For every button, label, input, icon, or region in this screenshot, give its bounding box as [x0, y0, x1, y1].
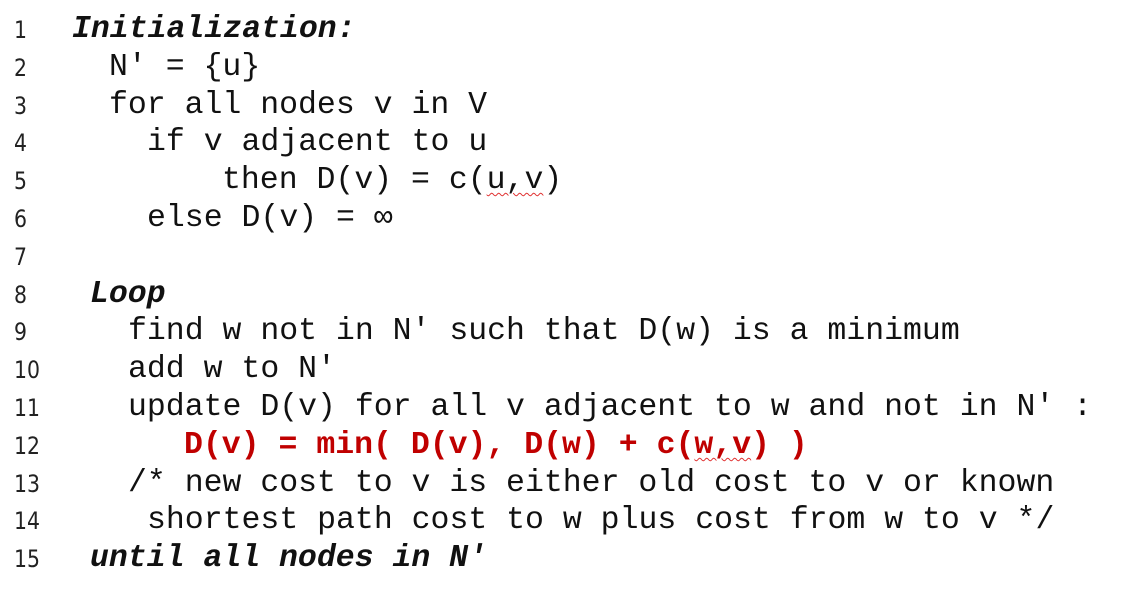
line-number: 15	[14, 545, 40, 573]
line-number: 2	[14, 54, 27, 82]
line-number: 7	[14, 243, 27, 271]
code-line-5: 5 then D(v) = c(u,v)	[0, 162, 562, 200]
line-number: 10	[14, 356, 40, 384]
highlighted-update-formula: D(v) = min( D(v), D(w) + c(w,v) )	[184, 427, 808, 465]
pseudocode-document: 1 Initialization: 2 N' = {u} 3 for all n…	[0, 0, 1137, 597]
code-text: for all nodes v in V	[109, 88, 488, 123]
spellcheck-squiggle-text: w,v	[694, 428, 752, 463]
code-segment: )	[543, 163, 563, 198]
code-line-14: 14 shortest path cost to w plus cost fro…	[0, 502, 1054, 540]
code-line-13: 13 /* new cost to v is either old cost t…	[0, 465, 1054, 503]
section-heading-loop: Loop	[90, 277, 166, 312]
code-line-4: 4 if v adjacent to u	[0, 124, 487, 162]
section-heading-until: until all nodes in N'	[90, 541, 487, 576]
code-line-2: 2 N' = {u}	[0, 49, 260, 87]
line-number: 14	[14, 507, 40, 535]
line-number: 8	[14, 281, 27, 309]
line-number: 11	[14, 394, 40, 422]
code-text: if v adjacent to u	[147, 125, 488, 160]
code-text: then D(v) = c(u,v)	[222, 162, 562, 200]
code-line-7: 7	[0, 238, 27, 276]
line-number: 12	[14, 432, 40, 460]
code-line-11: 11 update D(v) for all v adjacent to w a…	[0, 389, 1092, 427]
code-line-8: 8 Loop	[0, 276, 166, 314]
spellcheck-squiggle-text: u,v	[486, 163, 544, 198]
line-number: 13	[14, 470, 40, 498]
line-number: 6	[14, 205, 27, 233]
code-segment: D(v) = min( D(v), D(w) + c(	[184, 428, 695, 463]
code-segment: then D(v) = c(	[222, 163, 487, 198]
code-segment: ) )	[751, 428, 808, 463]
code-comment: /* new cost to v is either old cost to v…	[128, 466, 1055, 501]
section-heading-initialization: Initialization:	[72, 12, 356, 47]
code-text: update D(v) for all v adjacent to w and …	[128, 390, 1093, 425]
code-line-15: 15 until all nodes in N'	[0, 540, 487, 578]
line-number: 9	[14, 318, 27, 346]
line-number: 5	[14, 167, 27, 195]
line-number: 1	[14, 16, 27, 44]
code-comment: shortest path cost to w plus cost from w…	[147, 503, 1055, 538]
line-number: 3	[14, 92, 27, 120]
code-line-3: 3 for all nodes v in V	[0, 87, 487, 125]
code-text: find w not in N' such that D(w) is a min…	[128, 314, 960, 349]
code-text: add w to N'	[128, 352, 336, 387]
code-line-9: 9 find w not in N' such that D(w) is a m…	[0, 313, 960, 351]
code-line-6: 6 else D(v) = ∞	[0, 200, 393, 238]
code-text: else D(v) = ∞	[147, 201, 393, 236]
line-number: 4	[14, 129, 27, 157]
code-line-10: 10 add w to N'	[0, 351, 336, 389]
code-line-12: 12 D(v) = min( D(v), D(w) + c(w,v) )	[0, 427, 808, 465]
code-line-1: 1 Initialization:	[0, 11, 356, 49]
code-text: N' = {u}	[109, 50, 261, 85]
